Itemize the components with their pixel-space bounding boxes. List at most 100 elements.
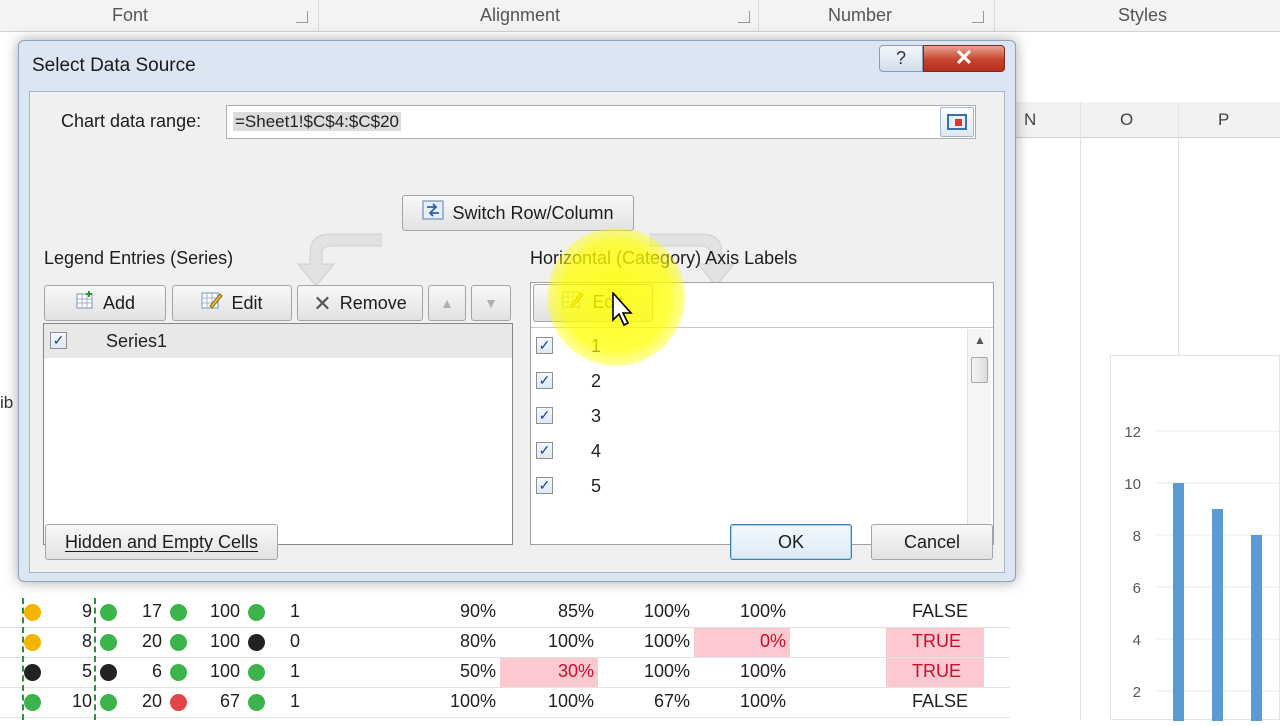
list-item[interactable]: ✓ 4 xyxy=(531,434,965,468)
cell[interactable]: 100% xyxy=(450,691,496,712)
move-down-button[interactable]: ▼ xyxy=(471,285,511,321)
y-tick-label: 10 xyxy=(1124,476,1141,493)
cell[interactable]: 85% xyxy=(558,601,594,622)
chart-bar[interactable] xyxy=(1251,535,1262,721)
switch-row-column-button[interactable]: Switch Row/Column xyxy=(402,195,634,231)
cell[interactable]: 6 xyxy=(152,661,162,682)
chart-data-range-input[interactable]: =Sheet1!$C$4:$C$20 xyxy=(226,105,976,139)
alignment-dialog-launcher-icon[interactable] xyxy=(738,11,750,23)
add-series-button[interactable]: Add xyxy=(44,285,166,321)
series1-label: Series1 xyxy=(106,331,168,351)
help-button[interactable]: ? xyxy=(879,45,923,72)
cell[interactable]: 100% xyxy=(644,661,690,682)
curved-arrow-left-icon xyxy=(296,233,382,287)
number-dialog-launcher-icon[interactable] xyxy=(972,11,984,23)
cell[interactable]: 1 xyxy=(290,601,300,622)
scroll-thumb[interactable] xyxy=(971,357,988,383)
axis-label-checkbox[interactable]: ✓ xyxy=(536,407,553,424)
cell[interactable]: FALSE xyxy=(912,691,968,712)
dialog-body: Chart data range: =Sheet1!$C$4:$C$20 Swi… xyxy=(29,91,1005,573)
axis-label-text: 2 xyxy=(591,371,602,391)
table-row[interactable]: 9 17 100 1 90% 85% 100% 100% FALSE xyxy=(0,598,1010,628)
y-tick-label: 2 xyxy=(1133,684,1141,701)
axis-label-checkbox[interactable]: ✓ xyxy=(536,372,553,389)
list-item[interactable]: ✓ 1 xyxy=(531,329,965,363)
cell[interactable]: 100% xyxy=(548,631,594,652)
axis-label-checkbox[interactable]: ✓ xyxy=(536,477,553,494)
cell[interactable]: TRUE xyxy=(912,631,961,652)
remove-series-button[interactable]: ✕ Remove xyxy=(297,285,423,321)
cell[interactable]: 100% xyxy=(740,661,786,682)
cell[interactable]: 67 xyxy=(220,691,240,712)
chart-bar[interactable] xyxy=(1212,509,1223,721)
axis-labels-heading: Horizontal (Category) Axis Labels xyxy=(530,248,798,268)
chart-bar[interactable] xyxy=(1173,483,1184,721)
table-row[interactable]: 5 6 100 1 50% 30% 100% 100% TRUE xyxy=(0,658,1010,688)
dialog-titlebar[interactable]: Select Data Source ? ✕ xyxy=(19,41,1015,89)
edit-series-button[interactable]: Edit xyxy=(172,285,292,321)
ribbon-group-labels: Font Alignment Number Styles xyxy=(0,0,1280,32)
cell[interactable]: 50% xyxy=(460,661,496,682)
cell[interactable]: 1 xyxy=(290,691,300,712)
list-item[interactable]: ✓ 2 xyxy=(531,364,965,398)
close-button[interactable]: ✕ xyxy=(923,45,1005,72)
table-row[interactable]: 10 20 67 1 100% 100% 67% 100% FALSE xyxy=(0,688,1010,718)
cell[interactable]: 1 xyxy=(290,661,300,682)
divider xyxy=(531,327,993,328)
edit-icon xyxy=(201,287,224,321)
background-chart[interactable]: 12 10 8 6 4 2 xyxy=(1110,355,1280,721)
cell[interactable]: 0 xyxy=(290,631,300,652)
collapse-dialog-button[interactable] xyxy=(940,107,974,137)
cell[interactable]: 17 xyxy=(142,601,162,622)
status-dot-icon xyxy=(100,634,117,651)
cell[interactable]: 100% xyxy=(740,691,786,712)
table-row[interactable]: 8 20 100 0 80% 100% 100% 0% TRUE xyxy=(0,628,1010,658)
font-dialog-launcher-icon[interactable] xyxy=(296,11,308,23)
remove-icon: ✕ xyxy=(313,291,332,317)
cell[interactable]: 100% xyxy=(644,631,690,652)
cell[interactable]: 67% xyxy=(654,691,690,712)
axis-label-checkbox[interactable]: ✓ xyxy=(536,442,553,459)
cell[interactable]: 90% xyxy=(460,601,496,622)
remove-label: Remove xyxy=(339,293,407,313)
cell[interactable]: 100% xyxy=(548,691,594,712)
edit-axis-labels-button[interactable]: Edit xyxy=(533,284,653,322)
y-tick-label: 12 xyxy=(1124,424,1141,441)
scroll-up-icon[interactable]: ▲ xyxy=(974,333,986,347)
cancel-button[interactable]: Cancel xyxy=(871,524,993,560)
status-dot-icon xyxy=(170,694,187,711)
list-item[interactable]: ✓ 3 xyxy=(531,399,965,433)
cell[interactable]: 0% xyxy=(760,631,786,652)
axis-label-text: 3 xyxy=(591,406,602,426)
series1-checkbox[interactable]: ✓ xyxy=(50,332,67,349)
cell[interactable]: TRUE xyxy=(912,661,961,682)
status-dot-icon xyxy=(248,634,265,651)
copy-selection-marquee xyxy=(22,598,96,720)
cell[interactable]: 80% xyxy=(460,631,496,652)
axis-list-scrollbar[interactable]: ▲ ▼ xyxy=(967,329,991,544)
cell[interactable]: 30% xyxy=(558,661,594,682)
cell[interactable]: 100 xyxy=(210,631,240,652)
list-item[interactable]: ✓ 5 xyxy=(531,469,965,503)
ok-button[interactable]: OK xyxy=(730,524,852,560)
ribbon-separator xyxy=(318,0,319,32)
column-header-p[interactable]: P xyxy=(1218,110,1229,130)
mouse-pointer-icon xyxy=(612,292,633,327)
status-dot-icon xyxy=(100,664,117,681)
cell[interactable]: 20 xyxy=(142,631,162,652)
column-header-n[interactable]: N xyxy=(1024,110,1036,130)
cell[interactable]: 20 xyxy=(142,691,162,712)
cell[interactable]: 100% xyxy=(644,601,690,622)
cell[interactable]: 100 xyxy=(210,661,240,682)
cell[interactable]: 100% xyxy=(740,601,786,622)
cell[interactable]: 100 xyxy=(210,601,240,622)
move-up-button[interactable]: ▲ xyxy=(428,285,466,321)
legend-entries-list[interactable]: ✓ Series1 xyxy=(43,323,513,545)
cell[interactable]: FALSE xyxy=(912,601,968,622)
dialog-title: Select Data Source xyxy=(32,55,196,76)
axis-label-checkbox[interactable]: ✓ xyxy=(536,337,553,354)
list-item[interactable]: ✓ Series1 xyxy=(44,324,512,358)
hidden-empty-cells-button[interactable]: Hidden and Empty Cells xyxy=(45,524,278,560)
column-header-o[interactable]: O xyxy=(1120,110,1133,130)
axis-labels-panel: Edit ✓1✓2✓3✓4✓5 ▲ ▼ xyxy=(530,282,994,545)
